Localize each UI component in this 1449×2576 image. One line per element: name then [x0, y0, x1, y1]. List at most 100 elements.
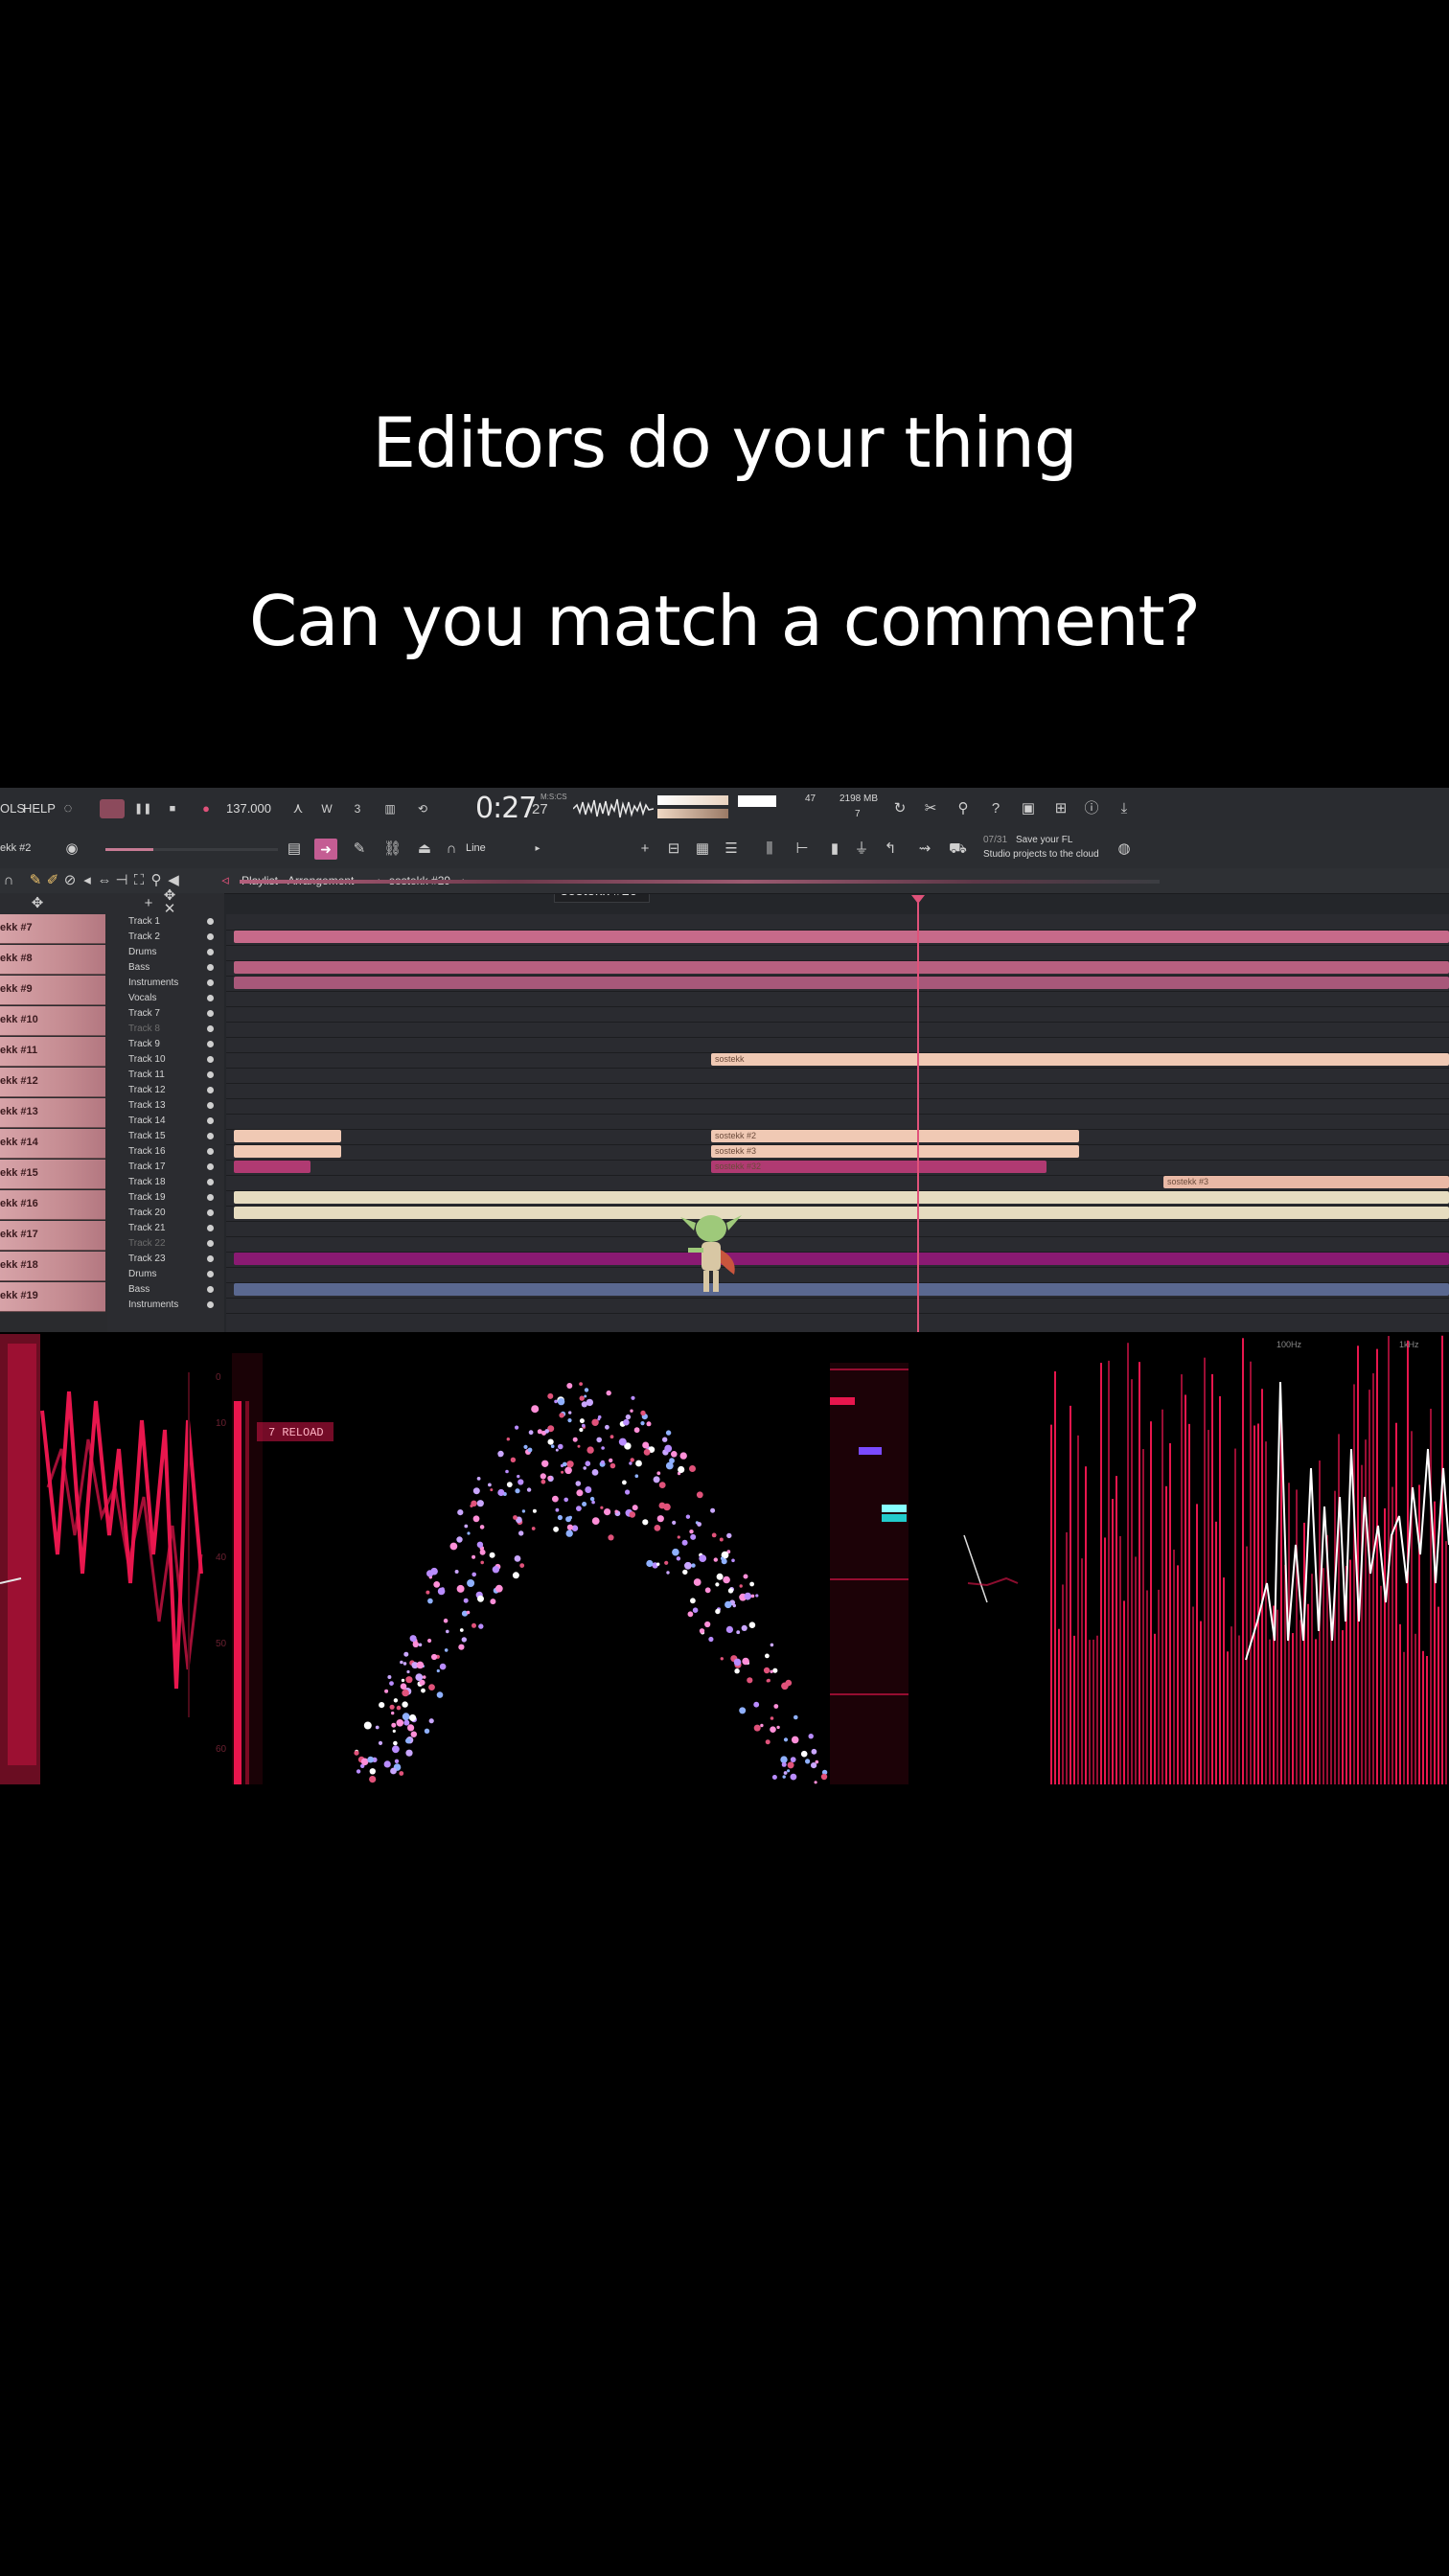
paint-tool-icon[interactable]: ✐ — [44, 872, 61, 889]
browser-item[interactable]: ekk #11 — [0, 1037, 105, 1067]
add-track-icon[interactable]: + — [140, 895, 157, 912]
track-enable-icon[interactable] — [207, 1240, 214, 1247]
track-enable-icon[interactable] — [207, 1163, 214, 1170]
download-icon[interactable]: ⤓ — [1116, 800, 1133, 817]
plug-icon[interactable]: ⏚ — [853, 840, 870, 858]
track-header[interactable]: Track 12 — [107, 1083, 224, 1098]
track-enable-icon[interactable] — [207, 918, 214, 925]
info-icon[interactable]: ⓘ — [1083, 800, 1100, 817]
microphone-icon[interactable]: ⚲ — [954, 800, 972, 817]
track-header[interactable]: Vocals — [107, 991, 224, 1006]
touch-controller-icon[interactable]: ↰ — [882, 840, 899, 858]
playlist-clip[interactable]: sostekk #3 — [1163, 1176, 1449, 1188]
plugin-picker-icon[interactable]: ⊢ — [794, 840, 811, 858]
pencil-icon[interactable]: ✎ — [351, 840, 368, 858]
playlist-view-icon[interactable]: ➜ — [314, 839, 337, 860]
track-header[interactable]: Track 22 — [107, 1236, 224, 1252]
song-mode-icon[interactable] — [100, 799, 125, 818]
track-enable-icon[interactable] — [207, 1056, 214, 1063]
track-enable-icon[interactable] — [207, 1087, 214, 1093]
metronome-icon[interactable]: ⋏ — [289, 800, 307, 817]
track-header[interactable]: Bass — [107, 960, 224, 976]
browser-item[interactable]: ekk #7 — [0, 914, 105, 944]
cpu-knob-icon[interactable]: ◌ — [59, 800, 77, 817]
track-header[interactable]: Track 17 — [107, 1160, 224, 1175]
playlist-clip[interactable] — [234, 1283, 1449, 1296]
channel-rack-icon[interactable]: ⊟ — [665, 840, 682, 858]
playlist-clip[interactable]: sostekk #2 — [711, 1130, 1079, 1142]
piano-roll-window-icon[interactable]: ▦ — [694, 840, 711, 858]
master-volume-slider[interactable] — [105, 848, 153, 851]
track-header[interactable]: Track 10 — [107, 1052, 224, 1068]
track-header[interactable]: Track 2 — [107, 930, 224, 945]
draw-tool-icon[interactable]: ✎ — [27, 872, 44, 889]
link-icon[interactable]: ⛓ — [383, 840, 402, 858]
tempo-display[interactable]: 137.000 — [226, 801, 271, 816]
track-enable-icon[interactable] — [207, 949, 214, 955]
track-header[interactable]: Track 18 — [107, 1175, 224, 1190]
save-icon[interactable]: ▣ — [1020, 800, 1037, 817]
pause-icon[interactable]: ❚❚ — [134, 800, 151, 817]
track-header[interactable]: Track 14 — [107, 1114, 224, 1129]
track-enable-icon[interactable] — [207, 1286, 214, 1293]
playlist-clip[interactable] — [234, 977, 1449, 989]
track-enable-icon[interactable] — [207, 1025, 214, 1032]
countdown-icon[interactable]: 3 — [349, 800, 366, 817]
track-header[interactable]: Drums — [107, 945, 224, 960]
playhead-marker-icon[interactable] — [911, 895, 925, 904]
browser-item[interactable]: ekk #18 — [0, 1252, 105, 1281]
track-header[interactable]: Track 21 — [107, 1221, 224, 1236]
track-header[interactable]: Track 16 — [107, 1144, 224, 1160]
track-header[interactable]: Track 8 — [107, 1022, 224, 1037]
track-header[interactable]: Track 13 — [107, 1098, 224, 1114]
track-header[interactable]: Track 7 — [107, 1006, 224, 1022]
browser-item[interactable]: ekk #10 — [0, 1006, 105, 1036]
track-header[interactable]: Track 20 — [107, 1206, 224, 1221]
track-enable-icon[interactable] — [207, 1133, 214, 1139]
track-enable-icon[interactable] — [207, 1041, 214, 1047]
browser-item[interactable]: ekk #19 — [0, 1282, 105, 1312]
track-enable-icon[interactable] — [207, 1010, 214, 1017]
browser-item[interactable]: ekk #17 — [0, 1221, 105, 1251]
track-header[interactable]: Drums — [107, 1267, 224, 1282]
brush-icon[interactable]: ⇝ — [916, 840, 933, 858]
track-header[interactable]: Track 9 — [107, 1037, 224, 1052]
pattern-prev-icon[interactable]: ▸ — [529, 840, 546, 858]
track-enable-icon[interactable] — [207, 1179, 214, 1185]
plugin-icon[interactable]: ⏏ — [416, 840, 433, 858]
playlist-clip[interactable]: sostekk — [711, 1053, 1449, 1066]
track-header[interactable]: Track 11 — [107, 1068, 224, 1083]
wait-input-icon[interactable]: W — [318, 800, 335, 817]
playlist-clip[interactable] — [234, 1161, 310, 1173]
playlist-clip[interactable] — [234, 1253, 1449, 1265]
browser-item[interactable]: ekk #12 — [0, 1068, 105, 1097]
track-header[interactable]: Track 19 — [107, 1190, 224, 1206]
playhead[interactable] — [917, 903, 919, 1332]
playlist-clip[interactable]: sostekk #32 — [711, 1161, 1046, 1173]
browser-icon[interactable]: ☰ — [723, 840, 740, 858]
record-icon[interactable]: ● — [197, 800, 215, 817]
overview-scrollbar[interactable] — [240, 880, 1160, 884]
mute-tool-icon[interactable]: ◂ — [79, 872, 96, 889]
menu-tools[interactable]: OLS — [0, 801, 25, 816]
browser-item[interactable]: ekk #16 — [0, 1190, 105, 1220]
piano-roll-icon[interactable]: ▤ — [286, 840, 303, 858]
playlist-clip[interactable] — [234, 931, 1449, 943]
playlist-clip[interactable] — [234, 1130, 341, 1142]
track-enable-icon[interactable] — [207, 995, 214, 1001]
track-header[interactable]: Bass — [107, 1282, 224, 1298]
playlist-clip[interactable]: sostekk #3 — [711, 1145, 1079, 1158]
master-pitch-slider[interactable] — [153, 848, 278, 851]
track-enable-icon[interactable] — [207, 1271, 214, 1277]
track-header[interactable]: Instruments — [107, 976, 224, 991]
step-edit-icon[interactable]: ▥ — [381, 800, 399, 817]
track-enable-icon[interactable] — [207, 1071, 214, 1078]
browser-item[interactable]: ekk #13 — [0, 1098, 105, 1128]
slip-tool-icon[interactable]: ⇔ — [96, 872, 113, 889]
magnet-icon[interactable]: ∩ — [0, 872, 17, 889]
cut-icon[interactable]: ✂ — [922, 800, 939, 817]
help-icon[interactable]: ? — [987, 800, 1004, 817]
track-header[interactable]: Track 23 — [107, 1252, 224, 1267]
track-enable-icon[interactable] — [207, 1209, 214, 1216]
track-enable-icon[interactable] — [207, 1148, 214, 1155]
